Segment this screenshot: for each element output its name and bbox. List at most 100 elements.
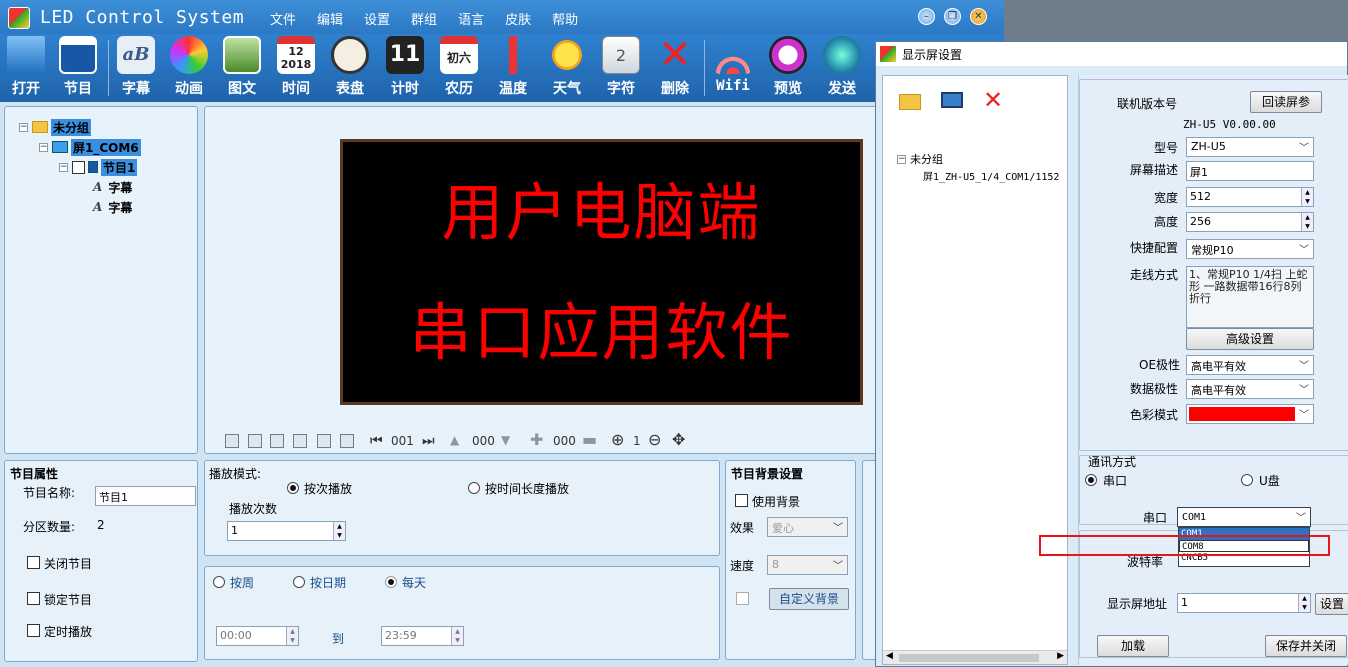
load-button[interactable]: 加载 — [1097, 635, 1169, 657]
width-input[interactable]: 512 ▲ ▼ — [1186, 187, 1314, 207]
spin-arrows-icon[interactable]: ▲ ▼ — [1301, 188, 1313, 206]
minimize-icon[interactable]: – — [918, 8, 935, 25]
scroll-right-icon[interactable]: ▶ — [1057, 651, 1064, 661]
align-middle-icon[interactable] — [293, 434, 307, 448]
wifi-button[interactable]: Wifi — [707, 36, 759, 100]
tree-item[interactable]: A 字幕 — [93, 198, 132, 216]
align-center-icon[interactable] — [270, 434, 284, 448]
effect-select[interactable]: 爱心 ﹀ — [767, 517, 848, 537]
start-time-input[interactable]: 00:00 ▲ ▼ — [216, 626, 299, 646]
program-button[interactable]: 节目 — [52, 36, 104, 100]
align-top-icon[interactable] — [317, 434, 331, 448]
align-left-icon[interactable] — [225, 434, 239, 448]
read-params-button[interactable]: 回读屏参 — [1250, 91, 1322, 113]
image-text-button[interactable]: 图文 — [216, 36, 268, 100]
timed-play-checkbox[interactable] — [27, 624, 40, 637]
led-preview[interactable]: 用户电脑端 串口应用软件 — [340, 139, 863, 405]
program-checkbox[interactable] — [72, 160, 85, 174]
data-polarity-select[interactable]: 高电平有效 ﹀ — [1186, 379, 1314, 399]
menu-edit[interactable]: 编辑 — [317, 9, 343, 28]
down-icon[interactable]: ▼ — [501, 433, 510, 447]
send-button[interactable]: 发送 — [816, 36, 868, 100]
timer-button[interactable]: 11 计时 — [379, 36, 431, 100]
align-bottom-icon[interactable] — [340, 434, 354, 448]
lock-program-checkbox[interactable] — [27, 592, 40, 605]
first-icon[interactable]: ⏮ — [370, 433, 383, 449]
close-program-checkbox[interactable] — [27, 556, 40, 569]
clock-button[interactable]: 表盘 — [324, 36, 376, 100]
by-week-radio[interactable] — [213, 576, 225, 588]
daily-radio[interactable] — [385, 576, 397, 588]
menu-language[interactable]: 语言 — [458, 9, 484, 28]
zoom-in-icon[interactable]: ⊕ — [611, 430, 624, 449]
subtitle-button[interactable]: aB 字幕 — [110, 36, 162, 100]
use-background-checkbox[interactable] — [735, 494, 748, 507]
spin-arrows-icon[interactable]: ▲ ▼ — [286, 627, 298, 645]
temperature-button[interactable]: 温度 — [487, 36, 539, 100]
by-date-radio[interactable] — [293, 576, 305, 588]
collapse-icon[interactable]: − — [59, 162, 68, 172]
last-icon[interactable]: ⏭ — [422, 433, 435, 449]
menu-file[interactable]: 文件 — [270, 9, 296, 28]
zoom-out-icon[interactable]: ⊖ — [648, 430, 661, 449]
color-mode-select[interactable]: ﹀ — [1186, 404, 1314, 424]
delete-icon[interactable]: ✕ — [983, 86, 1003, 114]
spin-arrows-icon[interactable]: ▲ ▼ — [1298, 594, 1310, 612]
spin-arrows-icon[interactable]: ▲ ▼ — [333, 522, 345, 540]
spin-arrows-icon[interactable]: ▲ ▼ — [1301, 213, 1313, 231]
close-icon[interactable]: ✕ — [970, 8, 987, 25]
usb-radio[interactable] — [1241, 474, 1253, 486]
end-time-input[interactable]: 23:59 ▲ ▼ — [381, 626, 464, 646]
restore-icon[interactable]: ❐ — [944, 8, 961, 25]
menu-settings[interactable]: 设置 — [364, 9, 390, 28]
description-input[interactable]: 屏1 — [1186, 161, 1314, 181]
time-button[interactable]: 12 2018 时间 — [270, 36, 322, 100]
program-name-input[interactable]: 节目1 — [95, 486, 196, 506]
add-icon[interactable]: ✚ — [530, 430, 543, 449]
port-select[interactable]: COM1 ﹀ — [1177, 507, 1311, 527]
height-input[interactable]: 256 ▲ ▼ — [1186, 212, 1314, 232]
tree-item[interactable]: A 字幕 — [93, 178, 132, 196]
quick-config-select[interactable]: 常规P10 ﹀ — [1186, 239, 1314, 259]
align-vertical-icon[interactable] — [248, 434, 262, 448]
tree-group[interactable]: − 未分组 — [19, 118, 92, 136]
animation-button[interactable]: 动画 — [163, 36, 215, 100]
collapse-icon[interactable]: − — [39, 142, 48, 152]
play-times-input[interactable]: 1 ▲ ▼ — [227, 521, 346, 541]
delete-button[interactable]: ✕ 删除 — [649, 35, 701, 100]
fit-icon[interactable]: ✥ — [672, 430, 685, 449]
play-by-duration-radio[interactable] — [468, 482, 480, 494]
set-address-button[interactable]: 设置 — [1315, 593, 1348, 615]
tree-program[interactable]: − 节目1 — [59, 158, 138, 176]
horizontal-scrollbar[interactable]: ◀ ▶ — [883, 650, 1067, 664]
collapse-icon[interactable]: − — [897, 154, 906, 164]
character-button[interactable]: 2 字符 — [595, 36, 647, 100]
scroll-left-icon[interactable]: ◀ — [886, 651, 893, 661]
weather-button[interactable]: 天气 — [541, 36, 593, 100]
add-group-icon[interactable] — [899, 94, 921, 110]
custom-background-button[interactable]: 自定义背景 — [769, 588, 849, 610]
dialog-tree-screen[interactable]: 屏1_ZH-U5_1/4_COM1/1152 — [923, 166, 1068, 184]
spin-arrows-icon[interactable]: ▲ ▼ — [451, 627, 463, 645]
open-button[interactable]: 打开 — [0, 36, 52, 100]
address-input[interactable]: 1 ▲ ▼ — [1177, 593, 1311, 613]
custom-background-checkbox[interactable] — [736, 592, 749, 605]
minus-icon[interactable]: ▬ — [582, 430, 597, 449]
preview-button[interactable]: 预览 — [762, 36, 814, 100]
speed-select[interactable]: 8 ﹀ — [767, 555, 848, 575]
serial-radio[interactable] — [1085, 474, 1097, 486]
scroll-thumb[interactable] — [899, 654, 1039, 662]
model-select[interactable]: ZH-U5 ﹀ — [1186, 137, 1314, 157]
up-icon[interactable]: ▲ — [450, 433, 459, 447]
lunar-button[interactable]: 初六 农历 — [433, 36, 485, 100]
save-close-button[interactable]: 保存并关闭 — [1265, 635, 1347, 657]
add-screen-icon[interactable] — [941, 92, 963, 108]
oe-polarity-select[interactable]: 高电平有效 ﹀ — [1186, 355, 1314, 375]
collapse-icon[interactable]: − — [19, 122, 28, 132]
play-by-count-radio[interactable] — [287, 482, 299, 494]
menu-group[interactable]: 群组 — [411, 9, 437, 28]
menu-help[interactable]: 帮助 — [552, 9, 578, 28]
tree-screen[interactable]: − 屏1_COM6 — [39, 138, 141, 156]
advanced-settings-button[interactable]: 高级设置 — [1186, 328, 1314, 350]
menu-skin[interactable]: 皮肤 — [505, 9, 531, 28]
